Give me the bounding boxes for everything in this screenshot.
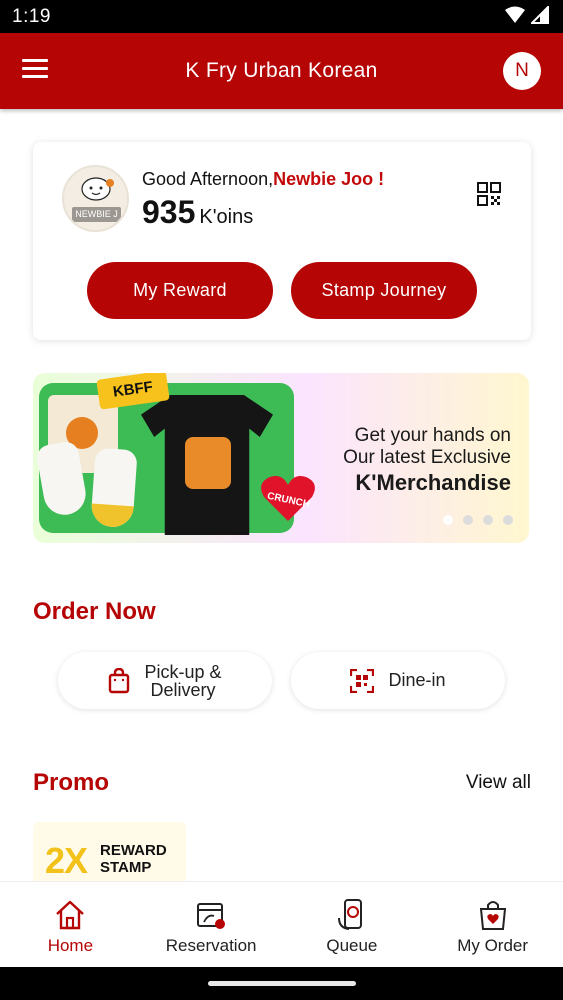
queue-icon	[337, 899, 362, 930]
my-order-icon	[479, 901, 506, 930]
pickup-line-1: Pick-up &	[144, 661, 222, 682]
app-bar: K Fry Urban Korean N	[0, 33, 563, 109]
status-icons	[505, 6, 549, 24]
pickup-delivery-label: Pick-up & Delivery	[144, 663, 221, 699]
profile-card: NEWBIE J Good Afternoon,Newbie Joo ! 935…	[33, 142, 531, 340]
reservation-icon	[197, 903, 226, 929]
promo-title: Promo	[33, 769, 110, 796]
status-bar: 1:19	[0, 0, 563, 33]
scan-qr-icon	[350, 668, 375, 693]
rice-bowl-icon	[81, 177, 114, 201]
banner-line-3: K'Merchandise	[355, 470, 511, 495]
carousel-dot[interactable]	[443, 515, 453, 525]
nav-item-my-order[interactable]: My Order	[422, 882, 563, 967]
order-now-title: Order Now	[33, 598, 156, 625]
signal-icon	[531, 6, 549, 24]
bottom-navigation: Home Reservation Queue My Order	[0, 881, 563, 967]
carousel-dot[interactable]	[463, 515, 473, 525]
merch-sock-image	[90, 447, 138, 529]
shopping-bag-icon	[109, 667, 130, 693]
wifi-icon	[505, 6, 525, 23]
pickup-delivery-button[interactable]: Pick-up & Delivery	[58, 652, 272, 709]
nav-item-home[interactable]: Home	[0, 882, 141, 967]
pickup-line-2: Delivery	[150, 679, 216, 700]
app-title: K Fry Urban Korean	[185, 59, 378, 82]
promo-line-2: STAMP	[100, 859, 152, 876]
banner-line-2: Our latest Exclusive	[343, 447, 511, 468]
points-balance: 935 K'oins	[142, 194, 253, 231]
profile-avatar-button[interactable]: N	[503, 52, 541, 90]
avatar[interactable]: NEWBIE J	[62, 165, 129, 232]
carousel-dot[interactable]	[483, 515, 493, 525]
nav-item-queue[interactable]: Queue	[282, 882, 423, 967]
nav-label-queue: Queue	[326, 936, 378, 955]
promo-line-1: REWARD	[100, 842, 167, 859]
greeting-text: Good Afternoon,Newbie Joo !	[142, 169, 384, 190]
points-unit: K'oins	[199, 206, 254, 228]
home-gesture-bar[interactable]	[208, 981, 356, 986]
my-reward-button[interactable]: My Reward	[87, 262, 273, 319]
greeting-label: Good Afternoon,	[142, 169, 274, 189]
nav-label-my-order: My Order	[457, 936, 529, 955]
points-value: 935	[142, 194, 196, 230]
view-all-link[interactable]: View all	[466, 772, 531, 794]
stamp-journey-button[interactable]: Stamp Journey	[291, 262, 477, 319]
status-time: 1:19	[12, 6, 51, 27]
nav-item-reservation[interactable]: Reservation	[141, 882, 282, 967]
nav-label-home: Home	[47, 936, 94, 955]
dine-in-label: Dine-in	[388, 670, 446, 690]
dine-in-button[interactable]: Dine-in	[291, 652, 505, 709]
promo-card-text: REWARD STAMP	[100, 842, 167, 876]
promo-big-text: 2X	[45, 840, 88, 881]
banner-text: Get your hands on Our latest Exclusive K…	[343, 425, 511, 497]
user-name: Newbie Joo !	[273, 169, 385, 189]
promo-banner[interactable]: KBFF CRUNCH Get your hands on Our latest…	[33, 373, 529, 543]
carousel-dots	[443, 515, 513, 525]
heart-icon: CRUNCH	[261, 476, 315, 521]
avatar-tag: NEWBIE J	[72, 207, 121, 222]
banner-line-1: Get your hands on	[354, 425, 511, 446]
nav-label-reservation: Reservation	[165, 936, 257, 955]
qr-code-icon[interactable]	[477, 182, 501, 206]
carousel-dot[interactable]	[503, 515, 513, 525]
home-icon	[56, 900, 85, 930]
system-navigation-bar	[0, 967, 563, 1000]
